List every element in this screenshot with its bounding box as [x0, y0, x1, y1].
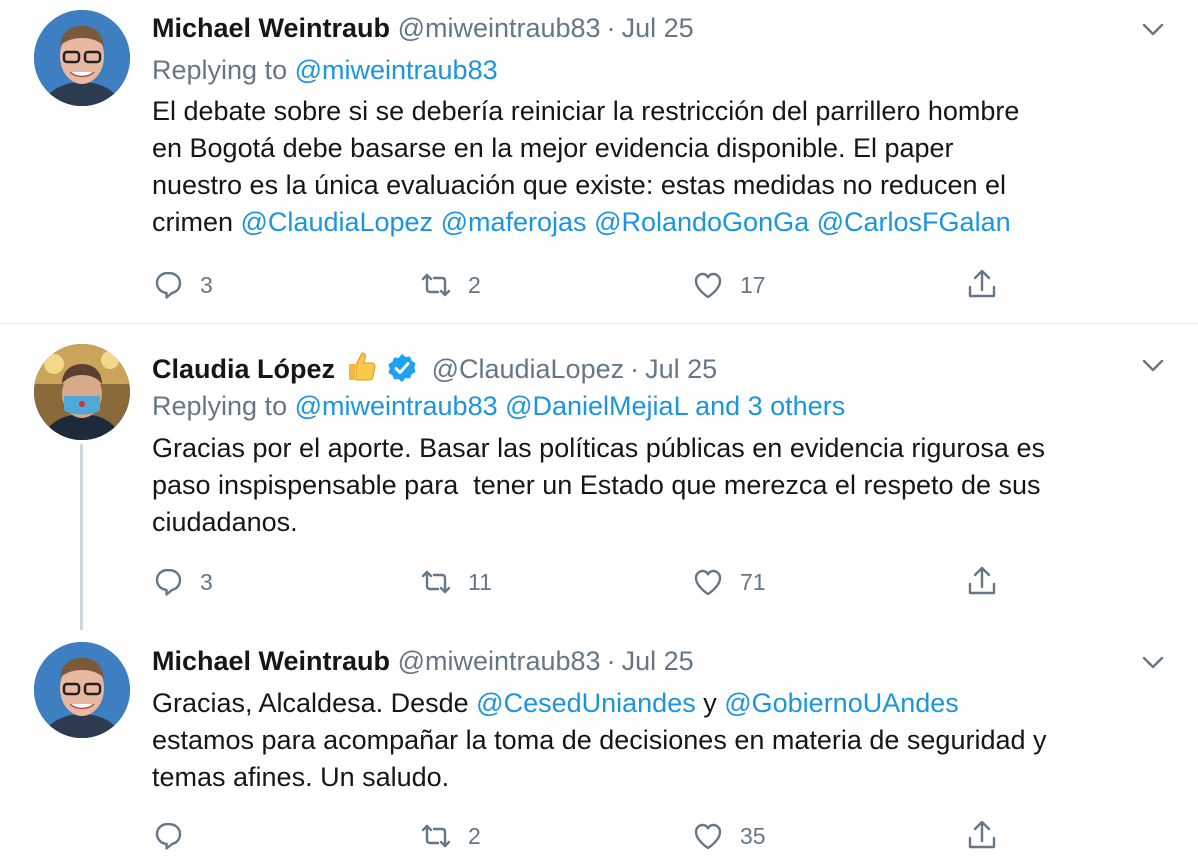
verified-icon: [388, 354, 416, 382]
like-icon: [694, 569, 722, 596]
tweet-text: Gracias, Alcaldesa. Desde @CesedUniandes…: [152, 685, 1182, 796]
like-button[interactable]: 71: [690, 562, 766, 602]
handle[interactable]: @miweintraub83: [398, 646, 601, 676]
retweet-icon: [421, 273, 451, 297]
retweet-icon: [421, 824, 451, 848]
text-line: en Bogotá debe basarse en la mejor evide…: [152, 133, 954, 163]
share-button[interactable]: [964, 562, 1000, 602]
display-name[interactable]: Michael Weintraub: [152, 646, 390, 676]
handle[interactable]: @ClaudiaLopez: [432, 354, 625, 384]
retweet-count: 2: [468, 271, 481, 298]
tweet-2[interactable]: Claudia López @ClaudiaLopez · Jul 25 Reply…: [0, 324, 1198, 634]
reply-icon: [155, 271, 182, 299]
like-count: 71: [740, 568, 766, 595]
chevron-down-icon[interactable]: [1138, 350, 1168, 380]
display-name[interactable]: Claudia López: [152, 354, 335, 384]
retweet-count: 2: [468, 822, 481, 849]
action-bar: 3 11 71: [150, 562, 1020, 602]
tweet-text: Gracias por el aporte. Basar las polític…: [152, 430, 1182, 541]
text-line: Gracias por el aporte. Basar las polític…: [152, 433, 1045, 463]
avatar[interactable]: [34, 10, 130, 106]
like-count: 17: [740, 271, 766, 298]
text-line: Gracias, Alcaldesa. Desde @CesedUniandes…: [152, 685, 1182, 722]
text-fragment: crimen: [152, 207, 241, 237]
tweet-1[interactable]: Michael Weintraub @miweintraub83 · Jul 25 …: [0, 0, 1198, 323]
text-line: nuestro es la única evaluación que exist…: [152, 170, 1007, 200]
text-line: El debate sobre si se debería reiniciar …: [152, 96, 1020, 126]
chevron-down-icon[interactable]: [1138, 647, 1168, 677]
action-bar: 2 35: [150, 816, 1020, 856]
share-button[interactable]: [964, 265, 1000, 305]
thread-connector: [80, 444, 83, 630]
separator-dot: ·: [630, 354, 640, 384]
retweet-count: 11: [468, 568, 492, 595]
timestamp[interactable]: Jul 25: [645, 354, 717, 384]
reply-button[interactable]: 3: [150, 562, 213, 602]
timestamp[interactable]: Jul 25: [622, 13, 694, 43]
text-line: ciudadanos.: [152, 507, 298, 537]
action-bar: 3 2 17: [150, 265, 1020, 305]
share-icon: [968, 566, 996, 595]
text-line: estamos para acompañar la toma de decisi…: [152, 725, 1047, 755]
replying-to: Replying to @miweintraub83 @DanielMejiaL…: [152, 390, 845, 422]
share-icon: [968, 820, 996, 849]
retweet-button[interactable]: 2: [418, 816, 481, 856]
timestamp[interactable]: Jul 25: [622, 646, 694, 676]
tweet-header: Michael Weintraub @miweintraub83 · Jul 25: [152, 645, 694, 677]
text-line: crimen @ClaudiaLopez @maferojas @Rolando…: [152, 204, 1182, 241]
like-icon: [694, 272, 722, 299]
separator-dot: ·: [606, 646, 616, 676]
mention-link[interactable]: @RolandoGonGa: [594, 207, 809, 237]
mention-link[interactable]: @CesedUniandes: [476, 688, 696, 718]
replying-prefix: Replying to: [152, 391, 295, 421]
reply-icon: [155, 568, 182, 596]
tweet-header: Claudia López @ClaudiaLopez · Jul 25: [152, 348, 717, 385]
tweet-text: El debate sobre si se debería reiniciar …: [152, 93, 1182, 241]
retweet-icon: [421, 570, 451, 594]
text-fragment: y: [695, 688, 725, 718]
text-fragment: Gracias, Alcaldesa. Desde: [152, 688, 477, 718]
text-line: temas afines. Un saludo.: [152, 762, 450, 792]
replying-to: Replying to @miweintraub83: [152, 54, 498, 86]
like-button[interactable]: 35: [690, 816, 766, 856]
avatar[interactable]: [34, 642, 130, 738]
replying-prefix: Replying to: [152, 55, 295, 85]
reply-count: 3: [200, 568, 213, 595]
like-button[interactable]: 17: [690, 265, 766, 305]
like-count: 35: [740, 822, 766, 849]
reply-button[interactable]: 3: [150, 265, 213, 305]
like-icon: [694, 823, 722, 850]
display-name[interactable]: Michael Weintraub: [152, 13, 390, 43]
share-button[interactable]: [964, 816, 1000, 856]
mention-link[interactable]: @maferojas: [441, 207, 587, 237]
reply-button[interactable]: [150, 816, 200, 856]
separator-dot: ·: [606, 13, 616, 43]
thumbs-up-icon: [348, 352, 376, 381]
mention-link[interactable]: @GobiernoUAndes: [724, 688, 959, 718]
replying-to-link[interactable]: @miweintraub83 @DanielMejiaL and 3 other…: [295, 391, 846, 421]
tweet-header: Michael Weintraub @miweintraub83 · Jul 25: [152, 12, 694, 44]
retweet-button[interactable]: 11: [418, 562, 492, 602]
retweet-button[interactable]: 2: [418, 265, 481, 305]
reply-icon: [155, 822, 182, 850]
text-line: paso inspispensable para tener un Estado…: [152, 470, 1041, 500]
reply-count: 3: [200, 271, 213, 298]
replying-to-link[interactable]: @miweintraub83: [295, 55, 498, 85]
tweet-3[interactable]: Michael Weintraub @miweintraub83 · Jul 25 …: [0, 634, 1198, 868]
chevron-down-icon[interactable]: [1138, 14, 1168, 44]
share-icon: [968, 269, 996, 298]
avatar[interactable]: [34, 344, 130, 440]
mention-link[interactable]: @CarlosFGalan: [817, 207, 1011, 237]
handle[interactable]: @miweintraub83: [398, 13, 601, 43]
mention-link[interactable]: @ClaudiaLopez: [241, 207, 434, 237]
